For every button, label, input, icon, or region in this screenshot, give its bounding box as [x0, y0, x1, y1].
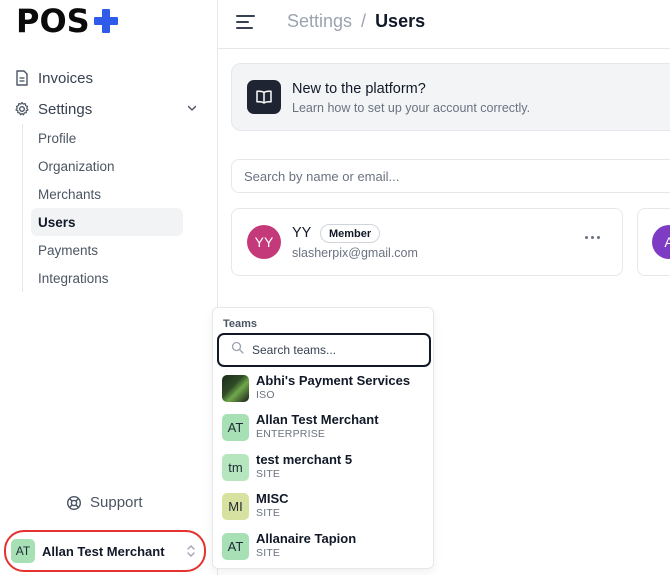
- team-item[interactable]: MI MISC SITE: [221, 489, 429, 525]
- team-name: MISC: [256, 491, 289, 506]
- role-badge: Member: [320, 224, 381, 243]
- sidebar: POS Invoices Settings Profile Organizati…: [0, 0, 218, 575]
- sidebar-item-invoices[interactable]: Invoices: [10, 66, 210, 90]
- teams-search-input[interactable]: [252, 343, 412, 357]
- app-logo[interactable]: POS: [16, 2, 120, 40]
- team-avatar-image: [222, 375, 249, 402]
- header-divider: [218, 48, 670, 49]
- sidebar-item-merchants[interactable]: Merchants: [31, 180, 183, 208]
- team-name: test merchant 5: [256, 452, 353, 467]
- user-avatar: YY: [247, 225, 281, 259]
- teams-label: Teams: [223, 318, 258, 330]
- sidebar-item-payments[interactable]: Payments: [31, 236, 183, 264]
- breadcrumb: Settings / Users: [287, 11, 425, 32]
- breadcrumb-settings[interactable]: Settings: [287, 11, 352, 32]
- sidebar-item-users[interactable]: Users: [31, 208, 183, 236]
- user-avatar: A: [652, 225, 670, 259]
- team-item[interactable]: AT Allan Test Merchant ENTERPRISE: [221, 410, 429, 446]
- user-name: YY: [292, 225, 312, 241]
- chevron-down-icon[interactable]: [186, 101, 198, 118]
- user-card[interactable]: YY YY Member slasherpix@gmail.com: [231, 208, 623, 276]
- teams-search-box[interactable]: [217, 333, 431, 367]
- team-avatar: tm: [222, 454, 249, 481]
- support-label: Support: [90, 494, 143, 511]
- breadcrumb-separator: /: [361, 11, 367, 31]
- gear-icon: [14, 101, 30, 117]
- lifebuoy-icon: [66, 495, 82, 511]
- sidebar-toggle-icon[interactable]: [236, 14, 256, 35]
- chevron-up-down-icon: [186, 544, 196, 563]
- user-card[interactable]: A: [637, 208, 670, 276]
- onboarding-banner[interactable]: New to the platform? Learn how to set up…: [231, 63, 670, 131]
- account-name: Allan Test Merchant: [42, 543, 165, 559]
- team-item[interactable]: AT Allanaire Tapion SITE: [221, 529, 429, 565]
- more-horizontal-icon[interactable]: [585, 236, 600, 239]
- team-type: SITE: [256, 468, 281, 480]
- sidebar-item-profile[interactable]: Profile: [31, 124, 183, 152]
- page-title: Users: [375, 11, 426, 31]
- team-type: ENTERPRISE: [256, 428, 326, 440]
- teams-dropdown: Teams Abhi's Payment Services ISO AT All…: [212, 307, 434, 569]
- sidebar-item-integrations[interactable]: Integrations: [31, 264, 183, 292]
- account-avatar: AT: [11, 539, 35, 563]
- team-item[interactable]: Abhi's Payment Services ISO: [221, 371, 429, 407]
- settings-subnav: Profile Organization Merchants Users Pay…: [22, 124, 192, 292]
- search-icon: [231, 341, 244, 359]
- team-avatar: AT: [222, 533, 249, 560]
- team-name: Allanaire Tapion: [256, 531, 357, 546]
- user-email: slasherpix@gmail.com: [292, 246, 418, 260]
- team-type: ISO: [256, 389, 275, 401]
- sidebar-item-settings[interactable]: Settings: [10, 97, 210, 121]
- sidebar-item-organization[interactable]: Organization: [31, 152, 183, 180]
- team-type: SITE: [256, 547, 281, 559]
- support-link[interactable]: Support: [66, 494, 143, 511]
- account-switcher[interactable]: AT Allan Test Merchant: [4, 530, 206, 572]
- user-search-input[interactable]: [231, 159, 670, 193]
- team-name: Abhi's Payment Services: [256, 373, 411, 388]
- banner-title: New to the platform?: [292, 81, 426, 97]
- sidebar-item-label: Invoices: [38, 69, 94, 87]
- team-item[interactable]: tm test merchant 5 SITE: [221, 450, 429, 486]
- logo-plus-icon: [92, 7, 120, 35]
- team-avatar: MI: [222, 493, 249, 520]
- sidebar-item-label: Settings: [38, 100, 93, 118]
- team-name: Allan Test Merchant: [256, 412, 379, 427]
- book-open-icon: [247, 80, 281, 114]
- document-icon: [14, 70, 30, 86]
- banner-subtitle: Learn how to set up your account correct…: [292, 101, 531, 115]
- logo-text: POS: [16, 2, 90, 40]
- team-type: SITE: [256, 507, 281, 519]
- team-avatar: AT: [222, 414, 249, 441]
